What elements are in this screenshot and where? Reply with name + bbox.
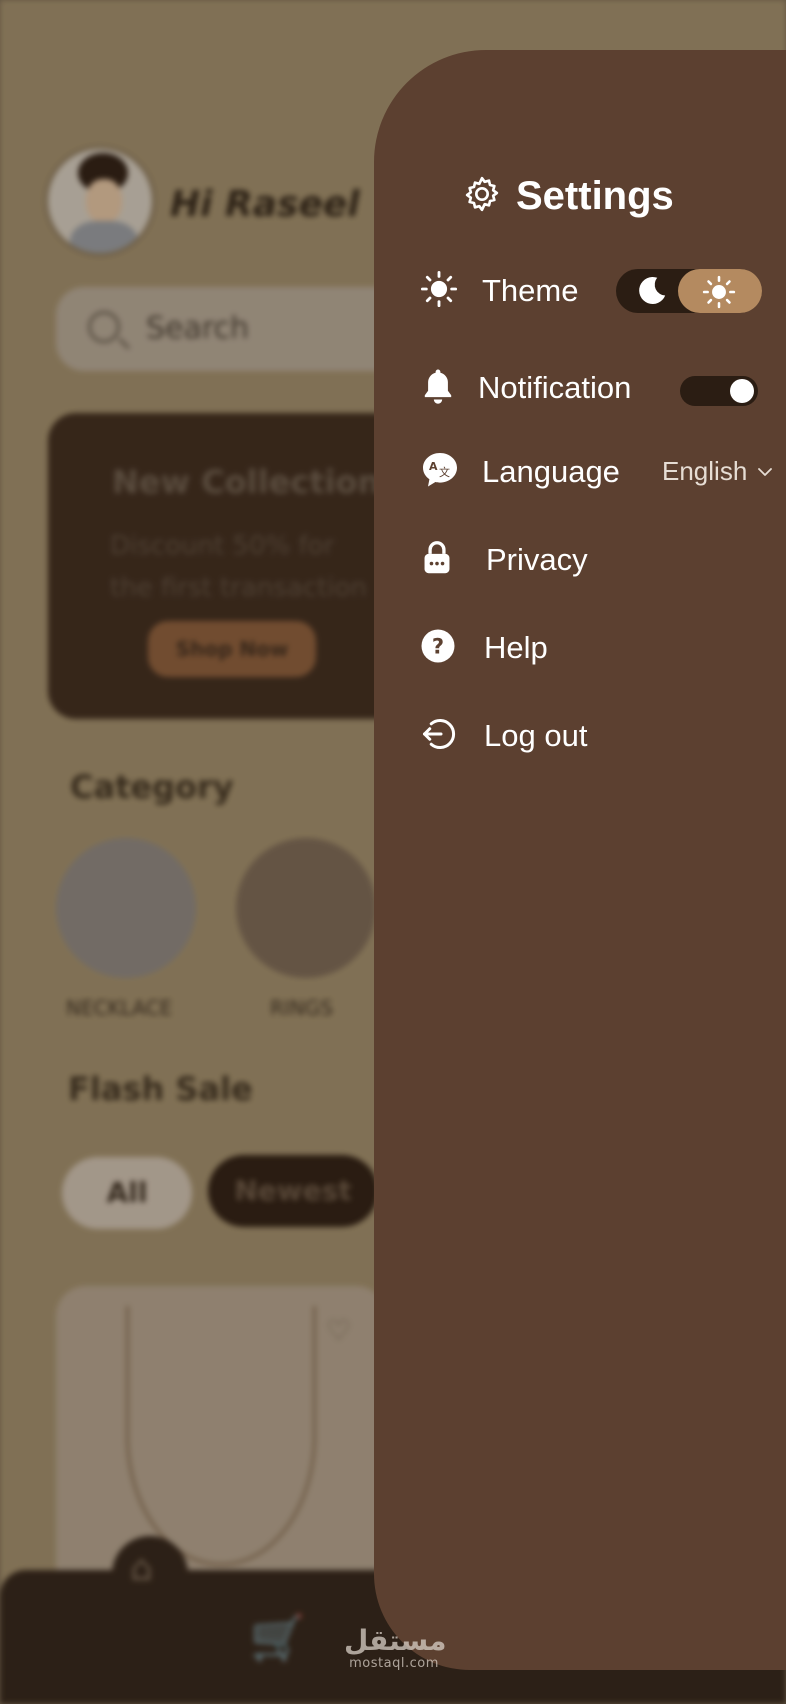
bell-icon bbox=[420, 366, 456, 410]
theme-toggle[interactable] bbox=[616, 269, 762, 313]
help-row[interactable]: ? Help bbox=[420, 628, 548, 668]
help-label: Help bbox=[484, 630, 548, 665]
logout-label: Log out bbox=[484, 718, 588, 753]
svg-text:?: ? bbox=[432, 635, 444, 659]
settings-header: Settings bbox=[462, 172, 674, 220]
watermark-logo: مستقل mostaql.com bbox=[344, 1624, 447, 1672]
notification-toggle[interactable] bbox=[680, 376, 758, 406]
notification-label: Notification bbox=[478, 370, 632, 405]
sun-icon bbox=[702, 275, 736, 309]
language-row: A 文 Language bbox=[420, 450, 620, 494]
translate-icon: A 文 bbox=[420, 450, 460, 494]
theme-row: Theme bbox=[420, 270, 578, 312]
svg-text:A: A bbox=[429, 460, 438, 473]
theme-label: Theme bbox=[482, 273, 579, 308]
privacy-row[interactable]: Privacy bbox=[420, 540, 588, 580]
sun-icon bbox=[420, 270, 458, 312]
settings-title: Settings bbox=[516, 173, 674, 218]
notification-row: Notification bbox=[420, 366, 631, 410]
language-select[interactable]: English bbox=[662, 456, 773, 487]
privacy-label: Privacy bbox=[486, 542, 588, 577]
gear-icon bbox=[462, 174, 502, 218]
logout-icon bbox=[420, 716, 456, 756]
logout-row[interactable]: Log out bbox=[420, 716, 587, 756]
watermark-arabic: مستقل bbox=[344, 1624, 447, 1657]
svg-text:文: 文 bbox=[439, 465, 450, 479]
moon-icon[interactable] bbox=[634, 273, 670, 309]
lock-icon bbox=[420, 540, 454, 580]
language-value: English bbox=[662, 456, 748, 486]
theme-light-option[interactable] bbox=[678, 269, 762, 313]
language-label: Language bbox=[482, 454, 620, 489]
help-icon: ? bbox=[420, 628, 456, 668]
chevron-down-icon bbox=[758, 467, 773, 476]
toggle-knob bbox=[730, 379, 754, 403]
watermark-latin: mostaql.com bbox=[349, 1656, 439, 1671]
